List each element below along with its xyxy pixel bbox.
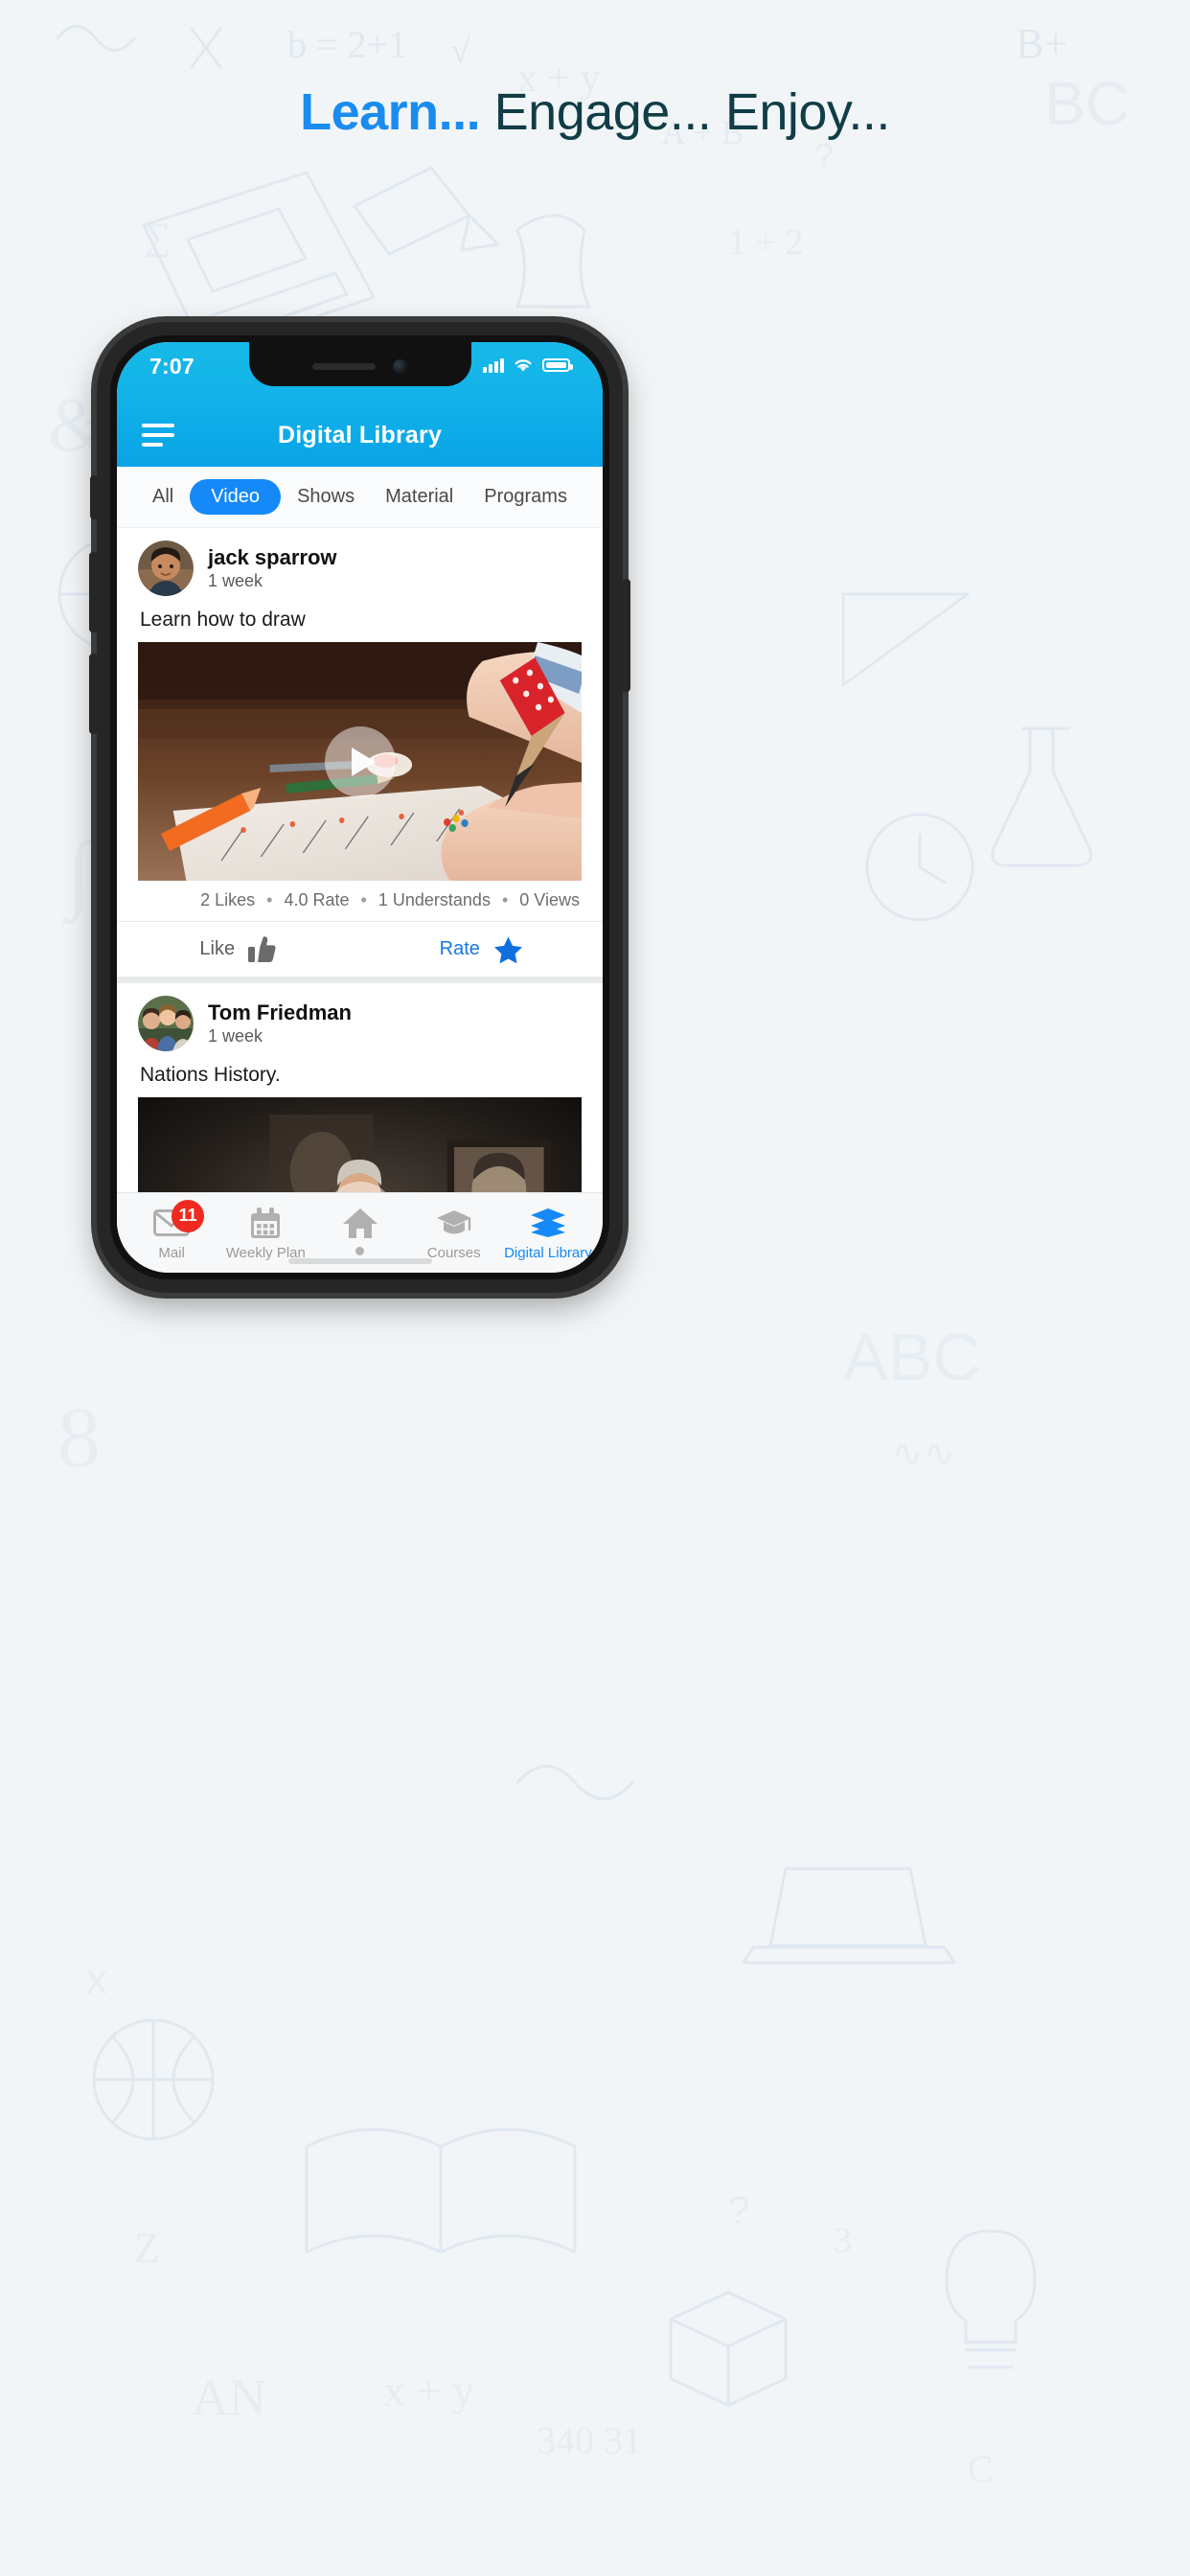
- phone-screen: 7:07 Digital Library All Video Shows Mat…: [117, 342, 603, 1273]
- post-timestamp: 1 week: [208, 571, 263, 591]
- svg-text:1 + 2: 1 + 2: [728, 222, 803, 263]
- stat-separator: •: [501, 890, 509, 909]
- avatar[interactable]: [138, 996, 194, 1051]
- calendar-icon: [246, 1206, 285, 1240]
- svg-text:B+: B+: [1016, 20, 1067, 67]
- svg-text:Z: Z: [134, 2224, 160, 2271]
- mail-envelope-icon: 11: [152, 1199, 205, 1240]
- svg-text:√: √: [450, 31, 470, 71]
- wifi-icon: [515, 359, 532, 372]
- battery-full-icon: [542, 357, 573, 372]
- status-bar-indicators: [483, 354, 573, 373]
- headline-rest-text: Engage... Enjoy...: [480, 83, 891, 141]
- star-icon: [493, 935, 522, 963]
- nav-item-mail[interactable]: 11 Mail: [125, 1198, 218, 1261]
- post-caption: Nations History.: [140, 1064, 281, 1086]
- home-active-dot: [355, 1246, 364, 1255]
- avatar[interactable]: [138, 540, 194, 596]
- home-indicator-bar: [287, 1258, 432, 1264]
- mail-unread-badge: 11: [172, 1199, 205, 1232]
- svg-text:AN: AN: [192, 2369, 266, 2426]
- stat-views: 0 Views: [519, 890, 580, 909]
- tab-shows[interactable]: Shows: [283, 479, 369, 515]
- post-action-bar: Like Rate: [117, 921, 603, 977]
- svg-text:C: C: [968, 2448, 994, 2491]
- stat-understands: 1 Understands: [378, 890, 491, 909]
- like-button[interactable]: Like: [117, 935, 360, 963]
- graduation-cap-icon: [435, 1206, 473, 1240]
- svg-text:b = 2+1: b = 2+1: [287, 23, 407, 66]
- phone-mockup: 7:07 Digital Library All Video Shows Mat…: [89, 322, 630, 1293]
- tab-video[interactable]: Video: [190, 479, 282, 515]
- status-bar: 7:07: [117, 342, 603, 403]
- page-title: Digital Library: [277, 421, 443, 448]
- front-camera-icon: [393, 358, 407, 374]
- svg-text:x + y: x + y: [383, 2366, 474, 2415]
- stat-separator: •: [360, 890, 367, 909]
- phone-bezel: 7:07 Digital Library All Video Shows Mat…: [110, 335, 609, 1279]
- status-bar-time: 7:07: [149, 354, 195, 379]
- post-meta: jack sparrow 1 week: [208, 545, 337, 591]
- svg-text:3: 3: [834, 2220, 852, 2261]
- tab-programs[interactable]: Programs: [469, 479, 582, 515]
- phone-notch: [248, 342, 471, 386]
- post-author-name: jack sparrow: [208, 545, 337, 569]
- svg-text:ABC: ABC: [843, 1320, 981, 1394]
- nav-item-digital-library[interactable]: Digital Library: [501, 1198, 595, 1261]
- phone-volume-down-button[interactable]: [89, 654, 98, 734]
- nav-label-digital-library: Digital Library: [504, 1244, 592, 1261]
- phone-power-button[interactable]: [622, 579, 630, 692]
- stat-separator: •: [266, 890, 273, 909]
- post-timestamp: 1 week: [208, 1026, 263, 1046]
- nav-item-courses[interactable]: Courses: [407, 1198, 501, 1261]
- play-button-icon[interactable]: [324, 725, 396, 797]
- nav-label-courses: Courses: [426, 1244, 481, 1261]
- earpiece-speaker: [312, 362, 376, 370]
- nav-label-mail: Mail: [158, 1244, 185, 1261]
- marketing-headline: Learn... Engage... Enjoy...: [0, 82, 1190, 142]
- hamburger-menu-icon[interactable]: [142, 424, 174, 447]
- post-header: jack sparrow 1 week: [117, 528, 603, 606]
- rate-button-label: Rate: [439, 938, 480, 959]
- post-caption: Learn how to draw: [140, 609, 306, 631]
- like-button-label: Like: [199, 938, 236, 959]
- post-feed[interactable]: jack sparrow 1 week Learn how to draw 2 …: [117, 528, 603, 1192]
- app-bar: Digital Library: [117, 403, 603, 467]
- post-media-thumbnail[interactable]: [138, 642, 582, 881]
- tab-all[interactable]: All: [138, 479, 188, 515]
- headline-accent-text: Learn...: [300, 83, 481, 141]
- svg-text:?: ?: [728, 2190, 749, 2232]
- post-meta: Tom Friedman 1 week: [208, 1000, 352, 1046]
- books-stack-icon: [529, 1206, 567, 1240]
- post-card: jack sparrow 1 week Learn how to draw 2 …: [117, 528, 603, 977]
- rate-button[interactable]: Rate: [360, 935, 604, 964]
- svg-text:x: x: [86, 1956, 107, 2003]
- post-media-thumbnail[interactable]: e 19 Age 47: [138, 1097, 582, 1192]
- category-tab-bar: All Video Shows Material Programs: [117, 467, 603, 528]
- nav-item-weekly-plan[interactable]: Weekly Plan: [218, 1198, 312, 1261]
- post-card: Tom Friedman 1 week Nations History.: [117, 983, 603, 1192]
- svg-text:?: ?: [814, 136, 834, 175]
- home-icon: [341, 1207, 379, 1241]
- cellular-signal-icon: [483, 357, 504, 373]
- post-header: Tom Friedman 1 week: [117, 983, 603, 1061]
- phone-volume-up-button[interactable]: [89, 552, 98, 632]
- svg-text:∿∿: ∿∿: [891, 1433, 955, 1475]
- post-author-name: Tom Friedman: [208, 1000, 352, 1024]
- svg-text:8: 8: [57, 1391, 101, 1485]
- nav-item-home[interactable]: [312, 1199, 406, 1260]
- stat-rate: 4.0 Rate: [284, 890, 350, 909]
- thumbs-up-icon: [248, 936, 276, 962]
- phone-mute-switch[interactable]: [90, 475, 98, 519]
- stat-likes: 2 Likes: [200, 890, 256, 909]
- svg-text:340 31: 340 31: [537, 2419, 642, 2462]
- post-stats: 2 Likes • 4.0 Rate • 1 Understands • 0 V…: [117, 881, 603, 921]
- tab-material[interactable]: Material: [371, 479, 468, 515]
